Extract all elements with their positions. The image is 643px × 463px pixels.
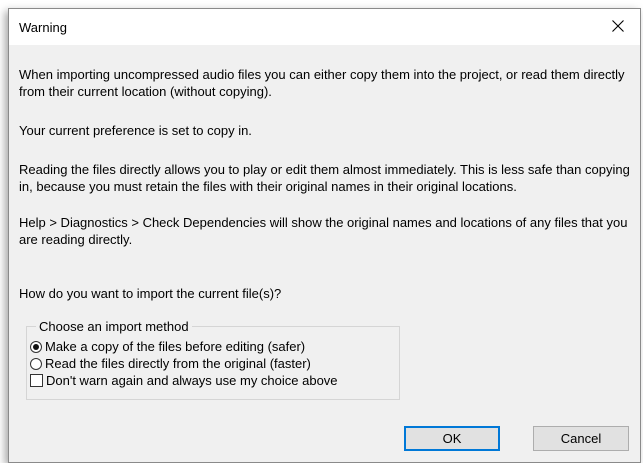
radio-button-selected[interactable] [30, 340, 42, 353]
dialog-title: Warning [19, 20, 67, 35]
message-paragraph-4: Help > Diagnostics > Check Dependencies … [19, 215, 628, 247]
close-icon [612, 20, 624, 32]
radio-copy-files-label: Make a copy of the files before editing … [45, 339, 306, 354]
radio-read-directly[interactable]: Read the files directly from the origina… [30, 355, 311, 372]
dont-warn-checkbox[interactable]: Don't warn again and always use my choic… [30, 372, 338, 389]
import-method-group-label: Choose an import method [36, 318, 192, 335]
close-button[interactable] [596, 9, 640, 43]
checkbox-box[interactable] [30, 374, 43, 387]
ok-button[interactable]: OK [404, 426, 500, 451]
dont-warn-checkbox-label: Don't warn again and always use my choic… [46, 373, 338, 388]
radio-read-directly-label: Read the files directly from the origina… [45, 356, 311, 371]
message-paragraph-2: Your current preference is set to copy i… [19, 123, 252, 138]
warning-dialog: Warning When importing uncompressed audi… [8, 8, 641, 463]
radio-copy-files[interactable]: Make a copy of the files before editing … [30, 338, 305, 355]
import-method-group: Choose an import method Make a copy of t… [26, 318, 400, 400]
title-bar: Warning [9, 9, 640, 45]
message-paragraph-3: Reading the files directly allows you to… [19, 162, 630, 194]
cancel-button[interactable]: Cancel [533, 426, 629, 451]
message-paragraph-1: When importing uncompressed audio files … [19, 67, 625, 99]
radio-button-unselected[interactable] [30, 357, 42, 370]
import-question: How do you want to import the current fi… [19, 286, 282, 301]
